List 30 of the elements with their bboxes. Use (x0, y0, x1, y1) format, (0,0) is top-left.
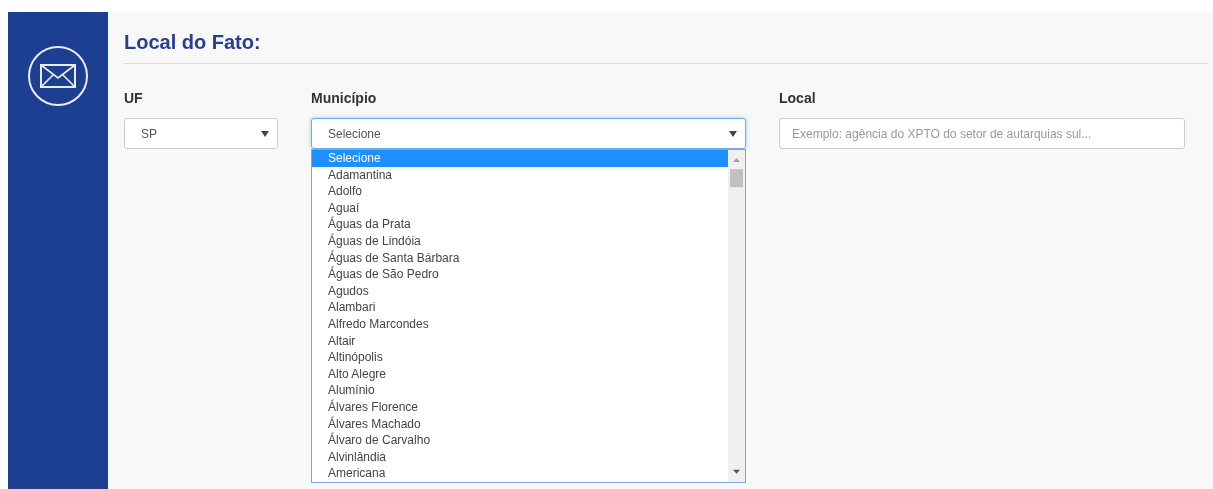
field-label: UF (124, 89, 144, 108)
caret-icon (261, 130, 269, 137)
field-label: Local (779, 89, 817, 108)
select-field[interactable]: Selecione (311, 118, 746, 149)
caret-icon (729, 130, 737, 137)
dropdown-option[interactable]: Águas de Santa Bárbara (312, 249, 728, 267)
dropdown-option[interactable]: Aguaí (312, 199, 728, 217)
dropdown-option[interactable]: Alto Alegre (312, 365, 728, 383)
dropdown-option[interactable]: Álvares Florence (312, 398, 728, 416)
dropdown-option[interactable]: Águas de São Pedro (312, 266, 728, 283)
dropdown-option[interactable]: Águas de Lindóia (312, 232, 728, 250)
dropdown-option[interactable]: Alumínio (312, 382, 728, 399)
select-field[interactable]: SP (124, 118, 278, 149)
dropdown-option[interactable]: Altair (312, 332, 728, 350)
dropdown-option[interactable]: Adamantina (312, 166, 728, 184)
dropdown-option[interactable]: Adolfo (312, 183, 728, 200)
dropdown-option[interactable]: Águas da Prata (312, 216, 728, 233)
dropdown-option[interactable]: Americana (312, 465, 728, 482)
field-label: Município (311, 89, 378, 108)
input-field[interactable]: Exemplo: agência do XPTO do setor de autarquias sul... (779, 118, 1185, 149)
dropdown-option[interactable]: Alfredo Marcondes (312, 315, 728, 333)
dropdown-option[interactable]: Alambari (312, 299, 728, 316)
dropdown-option[interactable]: Altinópolis (312, 349, 728, 366)
section-title: Local do Fato: (124, 30, 262, 55)
scrollbar[interactable] (728, 150, 745, 482)
envelope-icon (27, 45, 89, 107)
dropdown-option[interactable]: Álvares Machado (312, 415, 728, 433)
dropdown-option[interactable]: Álvaro de Carvalho (312, 432, 728, 449)
dropdown-option[interactable]: Alvinlândia (312, 448, 728, 466)
dropdown-option[interactable]: Agudos (312, 282, 728, 300)
